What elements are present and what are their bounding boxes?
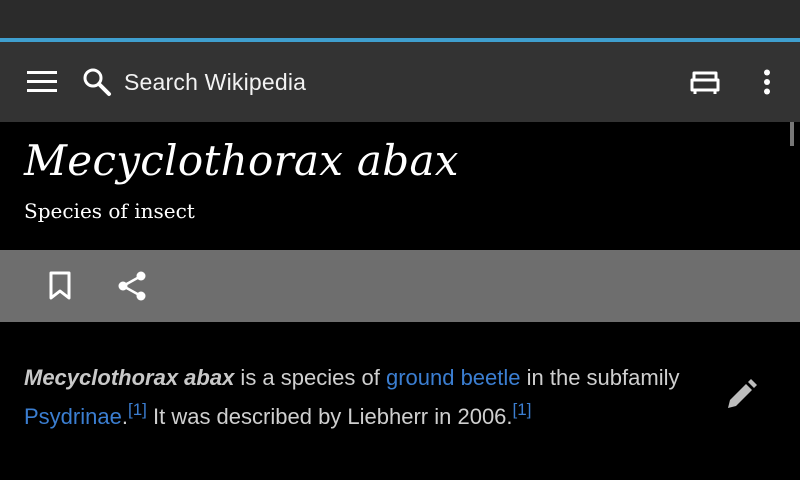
- share-button[interactable]: [104, 250, 160, 322]
- more-vert-icon: [764, 69, 770, 95]
- reading-list-icon: [690, 71, 720, 94]
- lead-text: It was described by Liebherr in 2006.: [146, 404, 513, 429]
- scrollbar[interactable]: [790, 122, 794, 146]
- status-bar: [0, 0, 800, 38]
- reading-list-button[interactable]: [672, 42, 738, 122]
- article-action-bar: [0, 250, 800, 322]
- reference-2[interactable]: [1]: [513, 400, 532, 419]
- lead-text: is a species of: [234, 365, 386, 390]
- edit-button[interactable]: [716, 370, 766, 420]
- menu-button[interactable]: [10, 42, 74, 122]
- page-subtitle: Species of insect: [24, 199, 195, 223]
- search-bar[interactable]: Search Wikipedia: [82, 42, 602, 122]
- bold-term: Mecyclothorax abax: [24, 365, 235, 390]
- pencil-icon: [728, 379, 757, 408]
- share-icon: [118, 271, 146, 301]
- page-title: Mecyclothorax abax: [24, 136, 459, 185]
- bookmark-icon: [49, 271, 71, 300]
- link-ground-beetle[interactable]: ground beetle: [386, 365, 521, 390]
- menu-icon: [27, 71, 57, 92]
- article-header: Mecyclothorax abax Species of insect: [0, 122, 800, 250]
- overflow-menu-button[interactable]: [738, 42, 796, 122]
- top-toolbar: Search Wikipedia: [0, 42, 800, 122]
- search-placeholder: Search Wikipedia: [124, 68, 307, 95]
- article-lead-paragraph: Mecyclothorax abax is a species of groun…: [24, 358, 704, 436]
- bookmark-button[interactable]: [32, 250, 88, 322]
- reference-1[interactable]: [1]: [128, 400, 147, 419]
- link-psydrinae[interactable]: Psydrinae: [24, 404, 122, 429]
- lead-text: in the subfamily: [520, 365, 680, 390]
- search-icon: [83, 68, 111, 96]
